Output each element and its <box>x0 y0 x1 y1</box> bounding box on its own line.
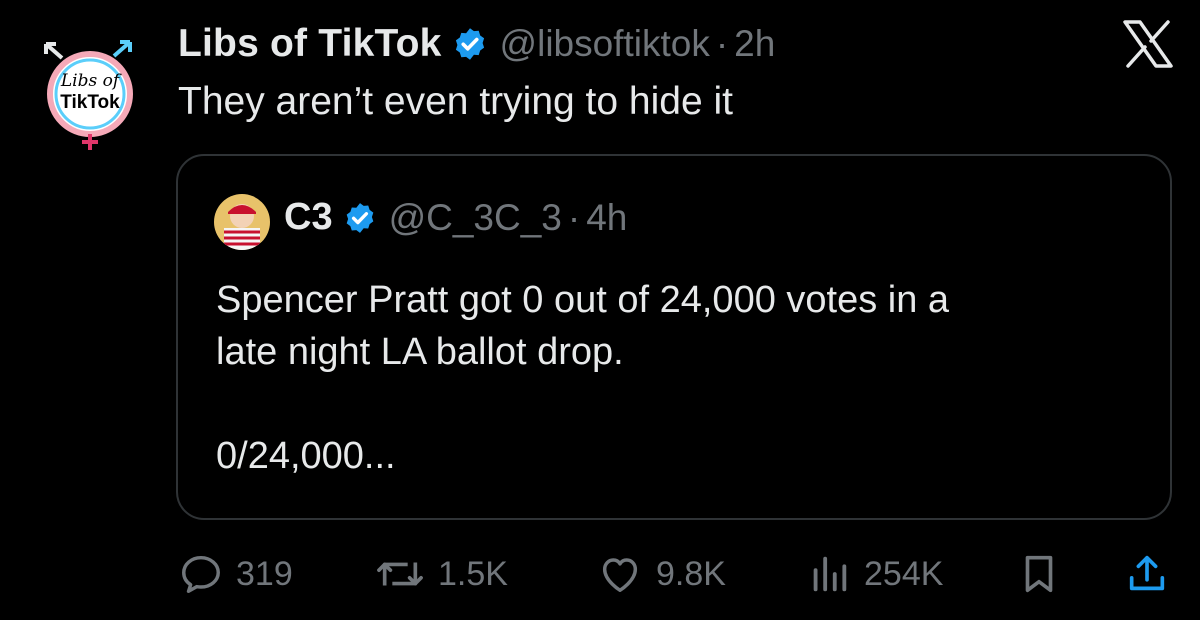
separator-dot: · <box>715 23 729 64</box>
quoted-author-avatar[interactable] <box>214 194 270 250</box>
verified-badge-icon <box>346 202 373 233</box>
repost-icon <box>377 562 423 586</box>
x-logo-icon[interactable] <box>1122 20 1174 68</box>
repost-count: 1.5K <box>438 554 508 593</box>
tweet-header: Libs of TikTok @libsoftiktok · 2h <box>178 22 775 66</box>
reply-icon <box>182 555 220 593</box>
libs-of-tiktok-logo: Libs of TikTok <box>44 40 133 150</box>
avatar-text-2: TikTok <box>60 92 120 113</box>
author-avatar[interactable]: Libs of TikTok <box>40 38 152 150</box>
reply-button[interactable]: 319 <box>178 548 293 600</box>
quoted-time[interactable]: 4h <box>586 197 627 239</box>
views-icon <box>813 556 847 592</box>
repost-button[interactable]: 1.5K <box>374 548 508 600</box>
tweet-text: They aren’t even trying to hide it <box>178 80 733 123</box>
bookmark-icon <box>1025 555 1053 593</box>
heart-icon <box>602 558 638 593</box>
like-button[interactable]: 9.8K <box>596 548 726 600</box>
separator-dot: · <box>567 196 581 238</box>
tweet-time[interactable]: 2h <box>734 23 775 65</box>
avatar-text-1: Libs of <box>60 71 122 91</box>
view-count: 254K <box>864 554 944 593</box>
quoted-header: C3 @C_3C_3 · 4h <box>284 196 627 239</box>
views-button[interactable]: 254K <box>806 548 943 600</box>
verified-badge-icon <box>455 28 484 60</box>
action-bar: 319 1.5K 9.8K 254K <box>178 548 1172 600</box>
bookmark-button[interactable] <box>1016 548 1062 600</box>
quoted-line-3: 0/24,000... <box>216 435 396 477</box>
quoted-display-name[interactable]: C3 <box>284 196 333 239</box>
quoted-tweet-card[interactable]: C3 @C_3C_3 · 4h Spencer Pratt got 0 out … <box>176 154 1172 520</box>
share-icon <box>1129 555 1165 591</box>
like-count: 9.8K <box>656 554 726 593</box>
author-handle[interactable]: @libsoftiktok <box>500 23 710 65</box>
author-display-name[interactable]: Libs of TikTok <box>178 22 442 66</box>
quoted-avatar-image <box>214 194 270 250</box>
share-button[interactable] <box>1124 548 1170 600</box>
quoted-line-1: Spencer Pratt got 0 out of 24,000 votes … <box>216 279 950 321</box>
quoted-handle[interactable]: @C_3C_3 <box>389 197 562 239</box>
quoted-line-2: late night LA ballot drop. <box>216 331 624 373</box>
tweet-view: Libs of TikTok Libs of TikTok @libsoftik… <box>0 0 1200 620</box>
reply-count: 319 <box>236 554 293 593</box>
quoted-text: Spencer Pratt got 0 out of 24,000 votes … <box>216 274 1136 482</box>
